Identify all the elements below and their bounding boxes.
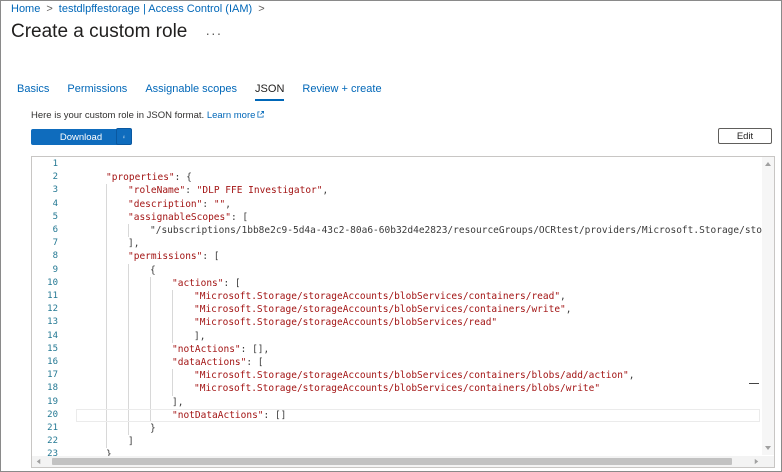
breadcrumb-storage-iam[interactable]: testdlpffestorage | Access Control (IAM) — [59, 3, 252, 15]
code-line: 11 "Microsoft.Storage/storageAccounts/blo… — [32, 290, 760, 303]
more-options-button[interactable]: ··· — [205, 25, 222, 41]
line-number: 13 — [47, 317, 58, 328]
code-text: "Microsoft.Storage/storageAccounts/blobS… — [194, 291, 566, 302]
code-line: 16 "dataActions": [ — [32, 356, 760, 369]
line-number: 20 — [47, 409, 58, 420]
line-number: 8 — [52, 251, 58, 262]
code-text: "properties": { — [106, 172, 192, 184]
external-link-icon — [257, 111, 265, 118]
code-text: "Microsoft.Storage/storageAccounts/blobS… — [194, 383, 601, 395]
line-number: 17 — [47, 370, 58, 381]
app-window: Home > testdlpffestorage | Access Contro… — [0, 0, 782, 472]
code-line: 9{ — [32, 264, 760, 277]
code-line: 12 "Microsoft.Storage/storageAccounts/blo… — [32, 303, 760, 316]
line-number: 14 — [47, 330, 58, 341]
minimap-marker — [749, 383, 759, 384]
code-line: 4 "description": "", — [32, 198, 760, 211]
code-line: 10 "actions": [ — [32, 277, 760, 290]
line-number: 5 — [52, 211, 58, 222]
line-number: 3 — [52, 185, 58, 196]
line-number: 6 — [52, 225, 58, 235]
breadcrumb-home[interactable]: Home — [11, 3, 40, 15]
scroll-down-icon[interactable] — [764, 444, 772, 452]
copy-button[interactable] — [116, 128, 132, 145]
tab-review-create[interactable]: Review + create — [302, 81, 381, 101]
tab-assignable-scopes[interactable]: Assignable scopes — [145, 81, 237, 101]
code-line: 21} — [32, 422, 760, 435]
code-line: 19], — [32, 396, 760, 409]
code-line: 13 "Microsoft.Storage/storageAccounts/blo… — [32, 316, 760, 329]
code-text: ], — [172, 396, 184, 408]
vertical-scrollbar[interactable] — [762, 157, 774, 455]
scroll-right-icon[interactable] — [753, 458, 760, 465]
code-line: 14], — [32, 330, 760, 343]
line-number: 2 — [52, 172, 58, 183]
code-line: 8 "permissions": [ — [32, 250, 760, 263]
tab-permissions[interactable]: Permissions — [67, 81, 127, 101]
line-number: 18 — [47, 383, 58, 394]
line-number: 12 — [47, 304, 58, 315]
code-text: "description": "", — [128, 198, 231, 210]
code-text: "notDataActions": [] — [172, 409, 287, 421]
code-text: "actions": [ — [172, 277, 241, 289]
horizontal-scroll-thumb[interactable] — [52, 458, 732, 465]
tab-basics[interactable]: Basics — [17, 81, 49, 101]
code-line: 1 — [32, 158, 760, 171]
code-text: "/subscriptions/1bb8e2c9-5d4a-43c2-80a6-… — [150, 225, 775, 236]
scroll-left-icon[interactable] — [35, 458, 42, 465]
code-text: ], — [194, 330, 206, 342]
code-text: "permissions": [ — [128, 251, 220, 263]
intro-text-row: Here is your custom role in JSON format.… — [31, 110, 265, 121]
code-line: 6 "/subscriptions/1bb8e2c9-5d4a-43c2-80a6… — [32, 224, 774, 237]
code-text: "Microsoft.Storage/storageAccounts/blobS… — [194, 370, 635, 382]
code-text: ], — [128, 238, 140, 250]
page-title: Create a custom role — [11, 21, 188, 42]
line-number: 4 — [52, 198, 58, 209]
code-line: 7], — [32, 237, 760, 250]
chevron-right-icon: > — [46, 3, 53, 15]
code-text: { — [150, 264, 156, 276]
json-editor[interactable]: 1 2 "properties": {3 "roleName": "DLP FFE I… — [31, 156, 775, 468]
learn-more-link[interactable]: Learn more — [207, 110, 265, 121]
line-number: 15 — [47, 343, 58, 354]
line-number: 11 — [47, 291, 58, 301]
code-line: 22] — [32, 435, 760, 448]
code-line: 15 "notActions": [], — [32, 343, 760, 356]
edit-button[interactable]: Edit — [718, 128, 772, 144]
chevron-right-icon: > — [258, 3, 265, 15]
code-line: 18 "Microsoft.Storage/storageAccounts/blo… — [32, 382, 760, 395]
line-number: 19 — [47, 396, 58, 407]
line-number: 9 — [52, 264, 58, 275]
code-line: 17 "Microsoft.Storage/storageAccounts/blo… — [32, 369, 760, 382]
intro-text: Here is your custom role in JSON format. — [31, 110, 205, 121]
code-text: ] — [128, 436, 134, 448]
tab-json[interactable]: JSON — [255, 81, 285, 101]
code-line: 20 "notDataActions": [] — [32, 409, 760, 422]
scroll-up-icon[interactable] — [764, 160, 772, 168]
line-number: 16 — [47, 357, 58, 367]
line-number: 21 — [47, 423, 58, 433]
line-number: 7 — [52, 238, 58, 249]
horizontal-scrollbar[interactable] — [32, 456, 774, 467]
code-text: } — [150, 423, 156, 434]
code-text: "dataActions": [ — [172, 357, 264, 368]
line-number: 10 — [47, 277, 58, 288]
code-text: "Microsoft.Storage/storageAccounts/blobS… — [194, 304, 572, 316]
copy-icon — [123, 135, 125, 138]
tab-bar: Basics Permissions Assignable scopes JSO… — [17, 81, 400, 101]
code-text: "Microsoft.Storage/storageAccounts/blobS… — [194, 317, 498, 329]
code-text: "assignableScopes": [ — [128, 211, 249, 223]
code-line: 5 "assignableScopes": [ — [32, 211, 760, 224]
breadcrumb: Home > testdlpffestorage | Access Contro… — [11, 3, 265, 15]
line-number: 22 — [47, 436, 58, 447]
code-line: 2 "properties": { — [32, 171, 760, 184]
code-line: 3 "roleName": "DLP FFE Investigator", — [32, 184, 760, 197]
code-text: "roleName": "DLP FFE Investigator", — [128, 185, 329, 197]
line-number: 1 — [52, 159, 58, 169]
code-text: "notActions": [], — [172, 343, 270, 355]
